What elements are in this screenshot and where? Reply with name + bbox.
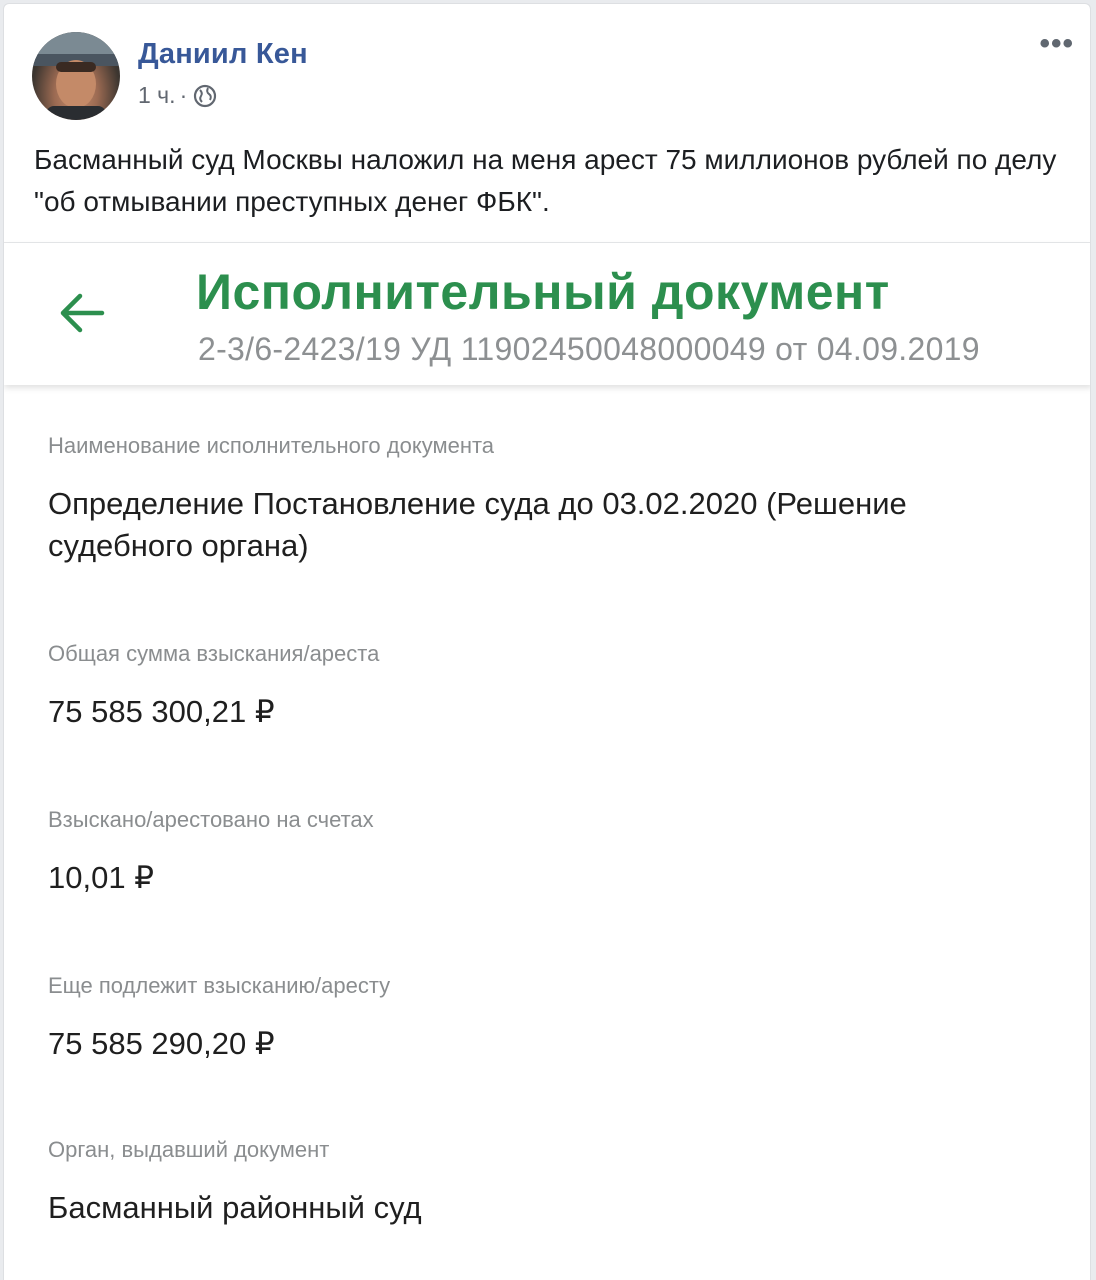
field-label: Взыскано/арестовано на счетах <box>48 807 374 832</box>
field-document-name: Наименование исполнительного документа О… <box>48 433 1048 567</box>
document-title: Исполнительный документ <box>196 264 890 320</box>
arrow-left-icon[interactable] <box>56 287 108 339</box>
document-header: Исполнительный документ 2-3/6-2423/19 УД… <box>4 243 1090 385</box>
avatar[interactable] <box>32 32 120 120</box>
field-value: 10,01 ₽ <box>48 860 154 895</box>
post-time[interactable]: 1 ч. <box>138 82 176 109</box>
more-options-icon[interactable]: ••• <box>1039 29 1074 59</box>
author-name[interactable]: Даниил Кен <box>138 38 308 71</box>
field-label: Орган, выдавший документ <box>48 1137 330 1162</box>
field-total-amount: Общая сумма взыскания/ареста 75 585 300,… <box>48 641 1048 733</box>
field-value: 75 585 290,20 ₽ <box>48 1026 275 1061</box>
post-meta: 1 ч. · <box>138 82 217 109</box>
field-collected-amount: Взыскано/арестовано на счетах 10,01 ₽ <box>48 807 1048 899</box>
globe-icon[interactable] <box>193 84 217 108</box>
field-issuing-authority: Орган, выдавший документ Басманный район… <box>48 1137 1048 1229</box>
attached-screenshot[interactable]: Исполнительный документ 2-3/6-2423/19 УД… <box>4 242 1090 1280</box>
post-text: Басманный суд Москвы наложил на меня аре… <box>34 144 1057 217</box>
field-remaining-amount: Еще подлежит взысканию/аресту 75 585 290… <box>48 973 1048 1065</box>
field-label: Наименование исполнительного документа <box>48 433 495 458</box>
field-label: Общая сумма взыскания/ареста <box>48 641 380 666</box>
facebook-post: Даниил Кен 1 ч. · ••• Басманный суд Моск… <box>3 3 1091 1280</box>
field-label: Еще подлежит взысканию/аресту <box>48 973 391 998</box>
avatar-photo <box>32 32 120 120</box>
field-value: Басманный районный суд <box>48 1190 422 1225</box>
document-subtitle: 2-3/6-2423/19 УД 11902450048000049 от 04… <box>198 331 980 367</box>
meta-separator: · <box>179 82 188 108</box>
field-value: 75 585 300,21 ₽ <box>48 694 275 729</box>
field-value: Определение Постановление суда до 03.02.… <box>48 486 907 563</box>
